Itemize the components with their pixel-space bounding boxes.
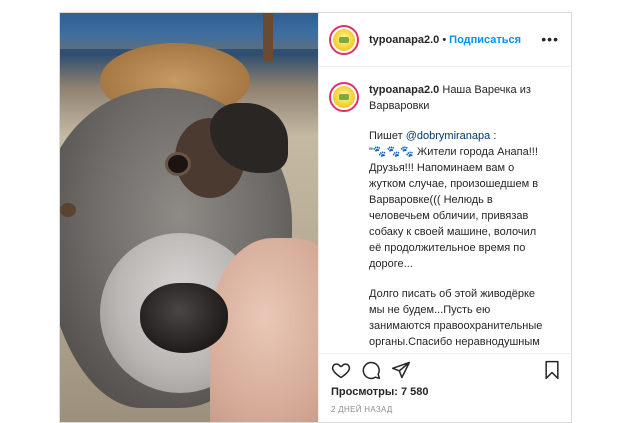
comment-button[interactable]	[361, 360, 381, 383]
bookmark-icon	[545, 360, 559, 380]
dog-eye-left	[60, 203, 76, 217]
caption-p2-text: "🐾🐾🐾 Жители города Анапа!!! Друзья!!! На…	[369, 146, 539, 270]
heart-icon	[331, 363, 351, 379]
caption-paragraph-2: Пишет @dobrymiranapa : "🐾🐾🐾 Жители город…	[369, 128, 549, 272]
caption-first-line: typoanapa2.0 Наша Варечка из Варваровки	[369, 82, 549, 114]
post-card: typoanapa2.0 • Подписаться ••• typoanapa…	[59, 12, 572, 423]
views-label: Просмотры:	[331, 386, 398, 398]
action-bar	[319, 353, 571, 383]
caption-body: typoanapa2.0 Наша Варечка из Варваровки …	[369, 82, 549, 352]
dog-eye	[168, 155, 188, 173]
caption-p2-prefix: Пишет	[369, 130, 406, 142]
avatar-image	[333, 86, 355, 108]
caption-p2-colon: :	[490, 130, 497, 142]
header-separator: •	[442, 33, 447, 46]
comment-icon	[362, 361, 381, 380]
avatar[interactable]	[329, 24, 359, 55]
views-count[interactable]: Просмотры: 7 580	[331, 386, 429, 398]
caption-p3-text: Долго писать об этой живодёрке мы не буд…	[369, 288, 543, 348]
like-button[interactable]	[331, 360, 351, 383]
timestamp[interactable]: 2 ДНЕЙ НАЗАД	[331, 405, 393, 414]
share-button[interactable]	[391, 360, 411, 383]
avatar-image	[333, 28, 355, 51]
post-sidebar: typoanapa2.0 • Подписаться ••• typoanapa…	[318, 13, 571, 422]
views-value: 7 580	[400, 386, 429, 398]
caption-paragraph-3: Долго писать об этой живодёрке мы не буд…	[369, 286, 549, 352]
caption-avatar[interactable]	[329, 82, 359, 112]
post-video[interactable]	[60, 13, 318, 422]
caption-username[interactable]: typoanapa2.0	[369, 84, 439, 96]
mention-link[interactable]: @dobrymiranapa	[406, 130, 491, 142]
follow-button[interactable]: Подписаться	[449, 34, 521, 46]
hand	[210, 238, 318, 422]
background-post	[263, 13, 273, 61]
more-options-button[interactable]: •••	[541, 31, 559, 47]
caption: typoanapa2.0 Наша Варечка из Варваровки …	[329, 82, 561, 352]
save-button[interactable]	[543, 360, 561, 383]
share-icon	[391, 361, 411, 379]
comments-section[interactable]: typoanapa2.0 Наша Варечка из Варваровки …	[319, 68, 571, 352]
header-username[interactable]: typoanapa2.0	[369, 34, 439, 46]
dog-nose	[140, 283, 228, 353]
post-header: typoanapa2.0 • Подписаться •••	[319, 13, 571, 67]
